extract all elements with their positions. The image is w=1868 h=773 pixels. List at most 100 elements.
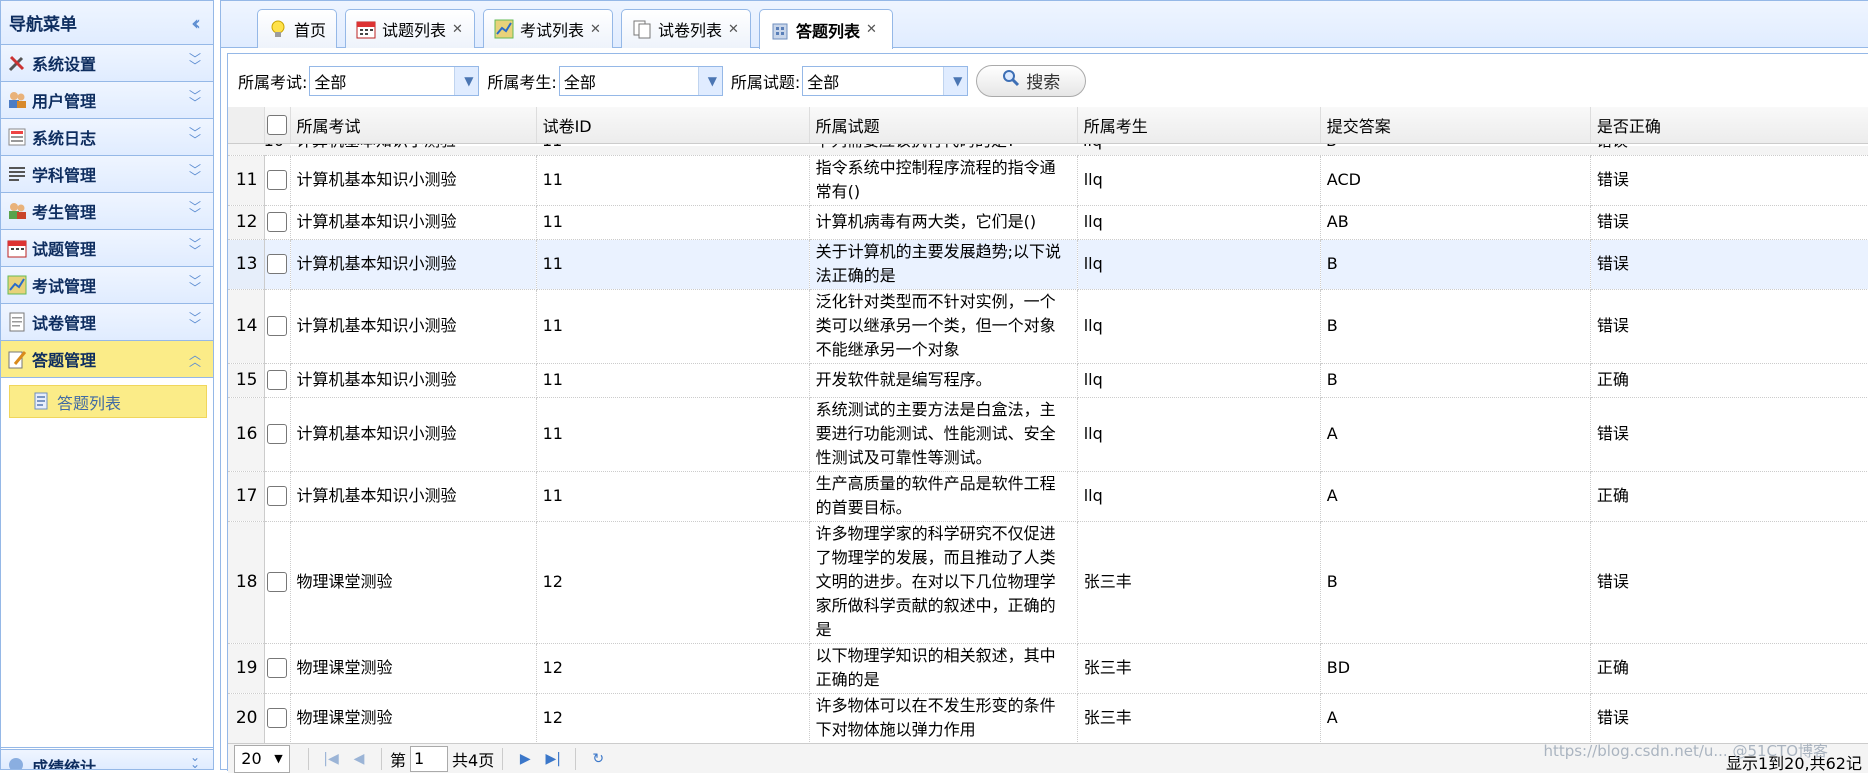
first-page-icon[interactable]: |◀ <box>321 751 341 767</box>
refresh-icon[interactable]: ↻ <box>588 751 608 767</box>
divider <box>308 747 309 770</box>
student-filter-select[interactable]: 全部 ▼ <box>558 65 723 96</box>
chevron-up-icon[interactable]: ︿ ︿ <box>187 349 203 368</box>
sidebar-item-answer-list[interactable]: 答题列表 <box>9 385 207 418</box>
tab-label: 答题列表 <box>796 21 861 41</box>
sidebar-group-0[interactable]: 系统设置 ﹀ ﹀ <box>1 45 213 82</box>
chevron-down-icon[interactable]: ﹀ ﹀ <box>187 164 203 183</box>
next-page-icon[interactable]: ▶ <box>515 751 535 767</box>
cell-paper-id: 11 <box>536 239 810 290</box>
table-row[interactable]: 18 物理课堂测验 12 许多物理学家的科学研究不仅促进了物理学的发展，而且推动了人类… <box>228 521 1868 644</box>
cell-correct: 错误 <box>1590 155 1868 206</box>
row-checkbox[interactable] <box>267 370 287 390</box>
close-icon[interactable]: ✕ <box>590 22 601 37</box>
col-header-paper-id[interactable]: 试卷ID <box>536 107 810 144</box>
chevron-down-icon[interactable]: ﹀ ﹀ <box>187 90 203 109</box>
chevron-down-icon[interactable]: ﹀ ﹀ <box>187 201 203 220</box>
sidebar-group-score-stats[interactable]: 成绩统计 ⌄ ⌄ <box>1 749 213 769</box>
chevron-down-icon[interactable]: ﹀ ﹀ <box>187 275 203 294</box>
copy-icon <box>632 19 652 39</box>
col-header-student[interactable]: 所属考生 <box>1077 107 1321 144</box>
nav-title: 导航菜单 <box>9 15 77 35</box>
cell-correct: 正确 <box>1590 471 1868 522</box>
sidebar-group-5[interactable]: 试题管理 ﹀ ﹀ <box>1 230 213 267</box>
chevron-down-icon[interactable]: ﹀ ﹀ <box>187 312 203 331</box>
cell-exam: 物理课堂测验 <box>290 643 537 694</box>
row-checkbox[interactable] <box>267 316 287 336</box>
question-filter-select[interactable]: 全部 ▼ <box>802 65 969 96</box>
page-size-select[interactable]: 20 ▼ <box>234 744 290 773</box>
tab-exam-list[interactable]: 考试列表 ✕ <box>483 9 613 48</box>
sidebar-group-label: 学科管理 <box>32 166 97 185</box>
sidebar-group-3[interactable]: 学科管理 ﹀ ﹀ <box>1 156 213 193</box>
col-header-exam[interactable]: 所属考试 <box>290 107 537 144</box>
dropdown-arrow-icon[interactable]: ▼ <box>454 66 479 95</box>
table-row[interactable]: 20 物理课堂测验 12 许多物体可以在不发生形变的条件下对物体施以弹力作用 张三丰 A 错… <box>228 693 1868 743</box>
sidebar-group-label: 考生管理 <box>32 203 97 222</box>
close-icon[interactable]: ✕ <box>452 22 463 37</box>
row-checkbox[interactable] <box>267 170 287 190</box>
select-value: 全部 <box>807 72 840 92</box>
close-icon[interactable]: ✕ <box>728 22 739 37</box>
sidebar-group-4[interactable]: 考生管理 ﹀ ﹀ <box>1 193 213 230</box>
sidebar-group-6[interactable]: 考试管理 ﹀ ﹀ <box>1 267 213 304</box>
cell-answer: A <box>1320 471 1591 522</box>
table-row[interactable]: 17 计算机基本知识小测验 11 生产高质量的软件产品是软件工程的首要目标。 llq A 正… <box>228 471 1868 522</box>
prev-page-icon[interactable]: ◀ <box>349 751 369 767</box>
tab-home[interactable]: 首页 <box>257 9 337 48</box>
row-number-header <box>228 107 265 144</box>
chevron-down-icon: ▼ <box>274 752 283 765</box>
table-row[interactable]: 12 计算机基本知识小测验 11 计算机病毒有两大类，它们是() llq AB 错误 <box>228 205 1868 240</box>
tab-paper-list[interactable]: 试卷列表 ✕ <box>621 9 751 48</box>
dropdown-arrow-icon[interactable]: ▼ <box>943 66 968 95</box>
sidebar-group-8[interactable]: 答题管理 ︿ ︿ <box>1 341 213 378</box>
document-icon <box>7 312 27 332</box>
row-select-cell <box>264 471 291 522</box>
row-checkbox[interactable] <box>267 424 287 444</box>
tab-question-list[interactable]: 试题列表 ✕ <box>345 9 475 48</box>
row-checkbox[interactable] <box>267 212 287 232</box>
select-all-checkbox[interactable] <box>267 114 287 135</box>
table-row[interactable]: 11 计算机基本知识小测验 11 指令系统中控制程序流程的指令通常有() llq ACD 错… <box>228 155 1868 206</box>
cell-question: 许多物理学家的科学研究不仅促进了物理学的发展，而且推动了人类文明的进步。在对以下… <box>809 521 1078 644</box>
last-page-icon[interactable]: ▶| <box>543 751 563 767</box>
cell-question: 许多物体可以在不发生形变的条件下对物体施以弹力作用 <box>809 693 1078 743</box>
close-icon[interactable]: ✕ <box>866 22 877 37</box>
sidebar-group-1[interactable]: 用户管理 ﹀ ﹀ <box>1 82 213 119</box>
table-row[interactable]: 15 计算机基本知识小测验 11 开发软件就是编写程序。 llq B 正确 <box>228 363 1868 398</box>
collapse-icon[interactable]: ‹‹ <box>191 11 201 35</box>
cell-exam: 计算机基本知识小测验 <box>290 205 537 240</box>
chevron-down-icon[interactable]: ﹀ ﹀ <box>187 127 203 146</box>
cell-answer: AB <box>1320 205 1591 240</box>
row-number: 10 <box>228 143 290 149</box>
cell-question: 下列需要应该执行代码的是? <box>809 143 1077 149</box>
chevron-down-icon[interactable]: ⌄ ⌄ <box>187 751 203 769</box>
sidebar-group-2[interactable]: 系统日志 ﹀ ﹀ <box>1 119 213 156</box>
cell-paper-id: 12 <box>536 693 810 743</box>
exam-filter-select[interactable]: 全部 ▼ <box>309 65 480 96</box>
col-header-question[interactable]: 所属试题 <box>809 107 1078 144</box>
dropdown-arrow-icon[interactable]: ▼ <box>697 66 722 95</box>
table-row[interactable]: 16 计算机基本知识小测验 11 系统测试的主要方法是白盒法，主要进行功能测试、性能测… <box>228 397 1868 472</box>
chevron-down-icon[interactable]: ﹀ ﹀ <box>187 53 203 72</box>
table-row[interactable]: 19 物理课堂测验 12 以下物理学知识的相关叙述，其中正确的是 张三丰 BD 正确 <box>228 643 1868 694</box>
row-checkbox[interactable] <box>267 254 287 274</box>
cell-correct: 错误 <box>1590 239 1868 290</box>
tab-label: 首页 <box>294 21 327 40</box>
search-button[interactable]: 搜索 <box>976 64 1087 97</box>
table-row[interactable]: 14 计算机基本知识小测验 11 泛化针对类型而不针对实例，一个类可以继承另一个类，但… <box>228 289 1868 364</box>
page-number-input[interactable]: 1 <box>410 745 449 772</box>
col-header-correct[interactable]: 是否正确 <box>1590 107 1868 144</box>
chevron-down-icon[interactable]: ﹀ ﹀ <box>187 238 203 257</box>
table-row-partial[interactable]: 10计算机基本知识小测验11下列需要应该执行代码的是?llqB错误 <box>228 143 1868 156</box>
cell-paper-id: 11 <box>536 471 810 522</box>
tab-answer-list[interactable]: 答题列表 ✕ <box>759 9 893 49</box>
row-checkbox[interactable] <box>267 658 287 678</box>
table-row[interactable]: 13 计算机基本知识小测验 11 关于计算机的主要发展趋势;以下说法正确的是 llq B 错… <box>228 239 1868 290</box>
row-checkbox[interactable] <box>267 708 287 728</box>
cell-student: llq <box>1077 289 1321 364</box>
col-header-answer[interactable]: 提交答案 <box>1320 107 1591 144</box>
row-checkbox[interactable] <box>267 486 287 506</box>
row-checkbox[interactable] <box>267 572 287 592</box>
sidebar-group-7[interactable]: 试卷管理 ﹀ ﹀ <box>1 304 213 341</box>
